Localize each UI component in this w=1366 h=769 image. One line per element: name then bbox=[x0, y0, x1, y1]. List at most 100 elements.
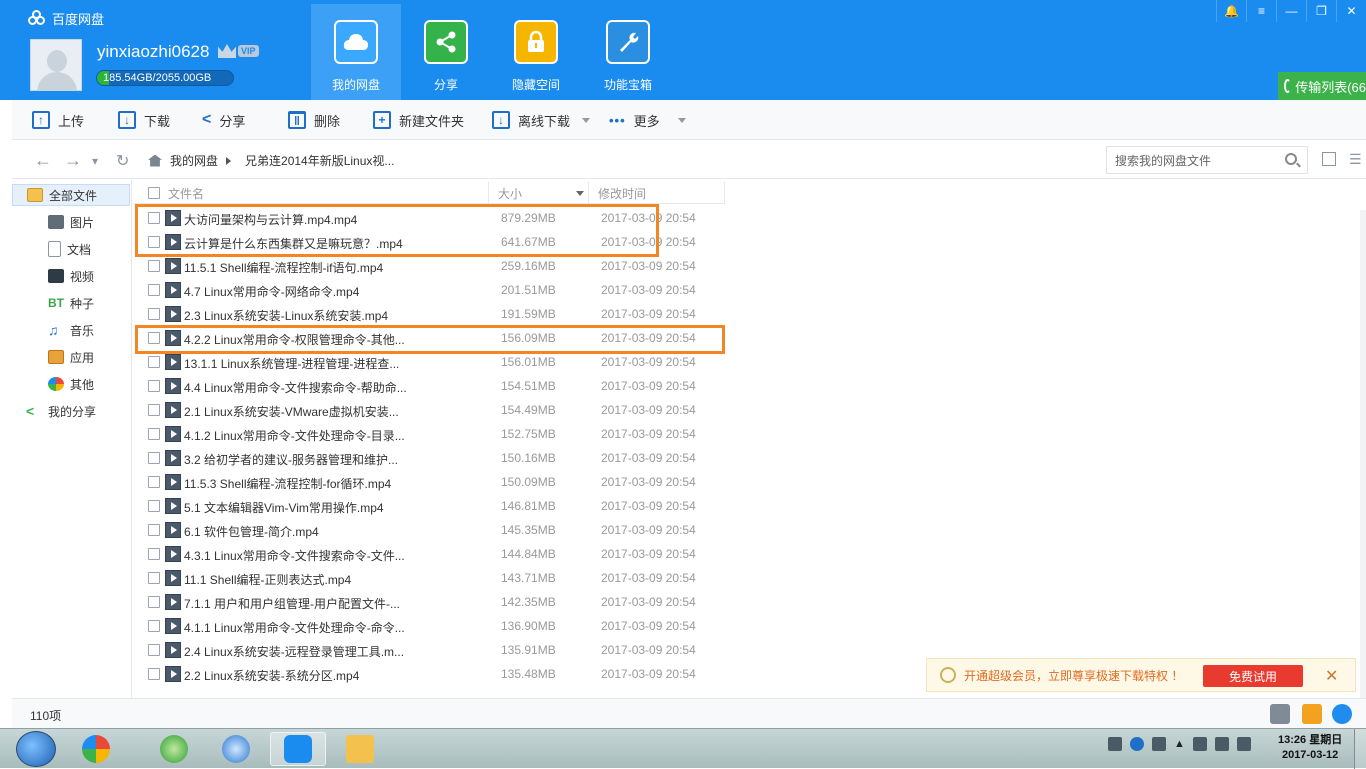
file-name[interactable]: 2.4 Linux系统安装-远程登录管理工具.m... bbox=[184, 643, 404, 660]
file-name[interactable]: 11.5.3 Shell编程-流程控制-for循环.mp4 bbox=[184, 475, 391, 492]
help-icon[interactable] bbox=[1130, 737, 1144, 751]
show-desktop-button[interactable] bbox=[1354, 729, 1366, 769]
file-name[interactable]: 6.1 软件包管理-简介.mp4 bbox=[184, 523, 319, 540]
table-row[interactable]: 2.4 Linux系统安装-远程登录管理工具.m... 135.91MB 2017-… bbox=[133, 638, 725, 662]
sidebar-item-other[interactable]: 其他 bbox=[12, 373, 130, 395]
history-dropdown-icon[interactable]: ▾ bbox=[92, 154, 98, 168]
file-name[interactable]: 11.1 Shell编程-正则表达式.mp4 bbox=[184, 571, 351, 588]
file-name[interactable]: 2.1 Linux系统安装-VMware虚拟机安装... bbox=[184, 403, 399, 420]
grid-icon[interactable] bbox=[1270, 704, 1290, 724]
table-row[interactable]: 5.1 文本编辑器Vim-Vim常用操作.mp4 146.81MB 2017-03-… bbox=[133, 494, 725, 518]
file-name[interactable]: 2.2 Linux系统安装-系统分区.mp4 bbox=[184, 667, 359, 684]
download-button[interactable]: ↓ 下载 bbox=[118, 110, 170, 130]
menu-icon[interactable]: ≡ bbox=[1246, 0, 1276, 22]
share-button[interactable]: < 分享 bbox=[202, 110, 245, 130]
vip-badge[interactable]: VIP bbox=[218, 44, 259, 58]
row-checkbox[interactable] bbox=[148, 524, 160, 536]
username[interactable]: yinxiaozhi0628 bbox=[97, 42, 209, 62]
list-view-icon[interactable]: ☰ bbox=[1349, 151, 1362, 168]
file-name[interactable]: 13.1.1 Linux系统管理-进程管理-进程查... bbox=[184, 355, 399, 372]
table-row[interactable]: 3.2 给初学者的建议-服务器管理和维护... 150.16MB 2017-03-0… bbox=[133, 446, 725, 470]
column-modified[interactable]: 修改时间 bbox=[589, 182, 725, 204]
vertical-scrollbar[interactable] bbox=[1360, 210, 1366, 698]
file-name[interactable]: 2.3 Linux系统安装-Linux系统安装.mp4 bbox=[184, 307, 388, 324]
table-row[interactable]: 4.7 Linux常用命令-网络命令.mp4 201.51MB 2017-03-09… bbox=[133, 278, 725, 302]
upload-button[interactable]: ↑ 上传 bbox=[32, 110, 84, 130]
sidebar-item-documents[interactable]: 文档 bbox=[12, 238, 130, 260]
tab-share[interactable]: 分享 bbox=[401, 4, 491, 100]
free-trial-button[interactable]: 免费试用 bbox=[1203, 665, 1303, 687]
tray-expand-icon[interactable]: ▲ bbox=[1174, 738, 1185, 750]
close-icon[interactable]: ✕ bbox=[1325, 666, 1338, 686]
row-checkbox[interactable] bbox=[148, 596, 160, 608]
table-row[interactable]: 11.5.1 Shell编程-流程控制-if语句.mp4 259.16MB 2017… bbox=[133, 254, 725, 278]
row-checkbox[interactable] bbox=[148, 284, 160, 296]
file-name[interactable]: 云计算是什么东西集群又是嘛玩意？.mp4 bbox=[184, 235, 403, 252]
table-row[interactable]: 4.4 Linux常用命令-文件搜索命令-帮助命... 154.51MB 2017-… bbox=[133, 374, 725, 398]
maximize-button[interactable]: ❐ bbox=[1306, 0, 1336, 22]
transfer-list-button[interactable]: 传输列表(66 bbox=[1278, 72, 1366, 100]
file-name[interactable]: 4.1.2 Linux常用命令-文件处理命令-目录... bbox=[184, 427, 405, 444]
notification-icon[interactable]: 🔔 bbox=[1216, 0, 1246, 22]
offline-download-button[interactable]: ↓ 离线下载 bbox=[492, 110, 591, 130]
file-name[interactable]: 大访问量架构与云计算.mp4.mp4 bbox=[184, 211, 357, 228]
taskbar-app-pinwheel[interactable] bbox=[68, 732, 124, 766]
row-checkbox[interactable] bbox=[148, 260, 160, 272]
upload-arrow-icon[interactable] bbox=[1302, 704, 1322, 724]
tab-hidden-space[interactable]: 隐藏空间 bbox=[491, 4, 581, 100]
row-checkbox[interactable] bbox=[148, 668, 160, 680]
table-row[interactable]: 大访问量架构与云计算.mp4.mp4 879.29MB 2017-03-09 20:… bbox=[133, 206, 725, 230]
forward-arrow-icon[interactable]: → bbox=[64, 150, 82, 171]
row-checkbox[interactable] bbox=[148, 332, 160, 344]
sidebar-item-all-files[interactable]: 全部文件 bbox=[12, 184, 130, 206]
table-row[interactable]: 4.2.2 Linux常用命令-权限管理命令-其他... 156.09MB 2017… bbox=[133, 326, 725, 350]
tab-toolbox[interactable]: 功能宝箱 bbox=[583, 4, 673, 100]
row-checkbox[interactable] bbox=[148, 548, 160, 560]
row-checkbox[interactable] bbox=[148, 428, 160, 440]
search-icon[interactable] bbox=[1285, 153, 1297, 165]
table-row[interactable]: 11.5.3 Shell编程-流程控制-for循环.mp4 150.09MB 201… bbox=[133, 470, 725, 494]
row-checkbox[interactable] bbox=[148, 212, 160, 224]
file-name[interactable]: 4.1.1 Linux常用命令-文件处理命令-命令... bbox=[184, 619, 405, 636]
tab-my-disk[interactable]: 我的网盘 bbox=[311, 4, 401, 100]
taskbar-app-browser[interactable] bbox=[146, 732, 202, 766]
file-name[interactable]: 4.7 Linux常用命令-网络命令.mp4 bbox=[184, 283, 359, 300]
row-checkbox[interactable] bbox=[148, 356, 160, 368]
table-row[interactable]: 4.1.2 Linux常用命令-文件处理命令-目录... 152.75MB 2017… bbox=[133, 422, 725, 446]
select-all-checkbox[interactable] bbox=[148, 187, 160, 199]
start-button[interactable] bbox=[16, 731, 56, 767]
table-row[interactable]: 2.3 Linux系统安装-Linux系统安装.mp4 191.59MB 2017-… bbox=[133, 302, 725, 326]
back-arrow-icon[interactable]: ← bbox=[34, 150, 52, 171]
thumbnail-view-icon[interactable] bbox=[1322, 152, 1336, 166]
sidebar-item-torrents[interactable]: BT 种子 bbox=[12, 292, 130, 314]
breadcrumb-root[interactable]: 我的网盘 bbox=[170, 152, 218, 169]
table-row[interactable]: 2.2 Linux系统安装-系统分区.mp4 135.48MB 2017-03-09… bbox=[133, 662, 725, 686]
column-name[interactable]: 文件名 bbox=[133, 182, 489, 204]
keyboard-icon[interactable] bbox=[1108, 737, 1122, 751]
column-size[interactable]: 大小 bbox=[489, 182, 589, 204]
table-row[interactable]: 7.1.1 用户和用户组管理-用户配置文件-... 142.35MB 2017-03… bbox=[133, 590, 725, 614]
row-checkbox[interactable] bbox=[148, 620, 160, 632]
sidebar-item-images[interactable]: 图片 bbox=[12, 211, 130, 233]
home-icon[interactable] bbox=[148, 154, 162, 167]
table-row[interactable]: 2.1 Linux系统安装-VMware虚拟机安装... 154.49MB 2017… bbox=[133, 398, 725, 422]
minimize-button[interactable]: — bbox=[1276, 0, 1306, 22]
sidebar-item-apps[interactable]: 应用 bbox=[12, 346, 130, 368]
network-icon[interactable] bbox=[1214, 737, 1229, 751]
row-checkbox[interactable] bbox=[148, 476, 160, 488]
table-row[interactable]: 4.1.1 Linux常用命令-文件处理命令-命令... 136.90MB 2017… bbox=[133, 614, 725, 638]
avatar[interactable] bbox=[30, 39, 82, 91]
table-row[interactable]: 6.1 软件包管理-简介.mp4 145.35MB 2017-03-09 20:54 bbox=[133, 518, 725, 542]
volume-icon[interactable] bbox=[1236, 737, 1251, 751]
delete-button[interactable]: ‖ 删除 bbox=[288, 110, 340, 130]
file-name[interactable]: 7.1.1 用户和用户组管理-用户配置文件-... bbox=[184, 595, 400, 612]
row-checkbox[interactable] bbox=[148, 500, 160, 512]
file-name[interactable]: 4.3.1 Linux常用命令-文件搜索命令-文件... bbox=[184, 547, 405, 564]
taskbar-app-baidu-netdisk[interactable] bbox=[270, 732, 326, 766]
file-name[interactable]: 4.4 Linux常用命令-文件搜索命令-帮助命... bbox=[184, 379, 407, 396]
input-method-icon[interactable] bbox=[1152, 737, 1166, 751]
file-name[interactable]: 11.5.1 Shell编程-流程控制-if语句.mp4 bbox=[184, 259, 383, 276]
row-checkbox[interactable] bbox=[148, 308, 160, 320]
row-checkbox[interactable] bbox=[148, 380, 160, 392]
new-folder-button[interactable]: + 新建文件夹 bbox=[373, 110, 464, 130]
